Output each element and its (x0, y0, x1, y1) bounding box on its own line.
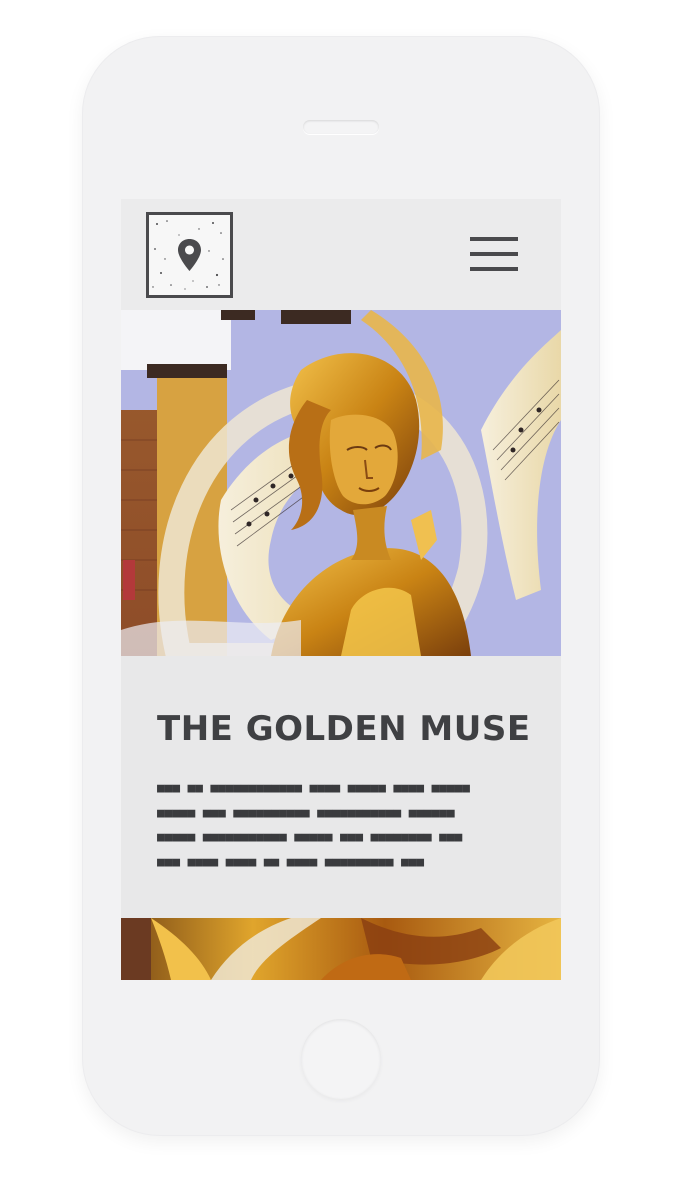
hamburger-menu-icon (470, 237, 518, 241)
article-text-line: ■■■ ■■ ■■■■■■■■■■■■ ■■■■ ■■■■■ ■■■■ ■■■■… (157, 781, 470, 796)
site-header (121, 199, 561, 310)
article-text-line: ■■■ ■■■■ ■■■■ ■■ ■■■■ ■■■■■■■■■ ■■■ (157, 854, 424, 870)
next-card-image[interactable] (121, 918, 561, 980)
phone-home-button[interactable] (301, 1019, 381, 1099)
article-text-line: ■■■■■ ■■■■■■■■■■■ ■■■■■ ■■■ ■■■■■■■■ ■■■ (157, 830, 463, 845)
article-title[interactable]: THE GOLDEN MUSE (157, 709, 531, 749)
hamburger-menu-button[interactable] (470, 237, 518, 273)
mural-illustration (121, 310, 561, 656)
hero-image-golden-muse-mural[interactable] (121, 310, 561, 656)
menu-bar-middle (470, 252, 518, 256)
site-logo[interactable] (146, 212, 233, 298)
phone-speaker (303, 120, 379, 134)
phone-screen: THE GOLDEN MUSE ■■■ ■■ ■■■■■■■■■■■■ ■■■■… (121, 199, 561, 980)
map-pin-icon (152, 220, 224, 290)
article-text-line: ■■■■■ ■■■ ■■■■■■■■■■ ■■■■■■■■■■■ ■■■■■■ (157, 805, 455, 821)
mural-detail-illustration (121, 918, 561, 980)
article-card: THE GOLDEN MUSE ■■■ ■■ ■■■■■■■■■■■■ ■■■■… (121, 656, 561, 918)
article-excerpt: ■■■ ■■ ■■■■■■■■■■■■ ■■■■ ■■■■■ ■■■■ ■■■■… (157, 777, 487, 875)
menu-bar-bottom (470, 267, 518, 271)
